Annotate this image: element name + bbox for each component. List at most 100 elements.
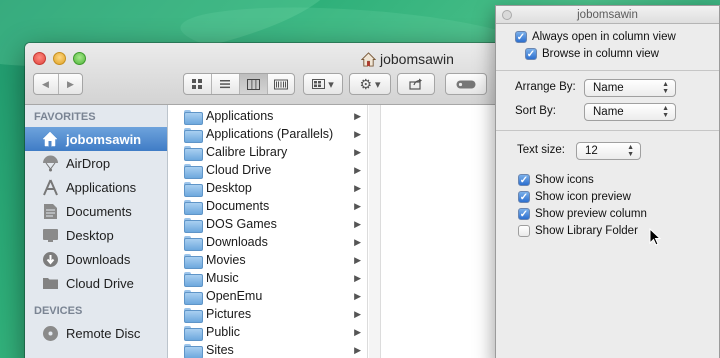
item-name: Music — [206, 271, 239, 285]
disclosure-arrow-icon: ▶ — [354, 326, 361, 337]
updown-arrows-icon: ▲ ▼ — [627, 144, 634, 158]
checkbox-label: Always open in column view — [532, 30, 676, 43]
sidebar: FAVORITES jobomsawin AirDrop Application… — [25, 105, 168, 358]
back-button[interactable]: ◀ — [34, 74, 59, 94]
sidebar-item-airdrop[interactable]: AirDrop — [25, 151, 167, 175]
list-item[interactable]: Desktop ▶ — [175, 179, 367, 197]
checkbox-checked[interactable]: ✓ — [525, 47, 537, 60]
share-icon — [409, 78, 422, 90]
list-item[interactable]: Applications ▶ — [175, 107, 367, 125]
disclosure-arrow-icon: ▶ — [354, 146, 361, 157]
list-item[interactable]: Pictures ▶ — [175, 305, 367, 323]
show-preview-column-checkbox[interactable]: ✓ Show preview column — [518, 205, 647, 222]
sidebar-item-label: Applications — [66, 179, 137, 195]
disclosure-arrow-icon: ▶ — [354, 290, 361, 301]
mouse-cursor-icon — [649, 228, 661, 246]
checkbox-checked[interactable]: ✓ — [518, 173, 530, 186]
panel-close-button[interactable] — [502, 10, 512, 20]
sidebar-item-cloud-drive[interactable]: Cloud Drive — [25, 271, 167, 295]
list-item[interactable]: DOS Games ▶ — [175, 215, 367, 233]
action-menu-button[interactable]: ⚙ ▾ — [349, 73, 391, 95]
always-open-column-checkbox[interactable]: ✓ Always open in column view — [515, 28, 676, 45]
list-item[interactable]: Calibre Library ▶ — [175, 143, 367, 161]
close-button[interactable] — [33, 52, 46, 65]
share-button[interactable] — [397, 73, 435, 95]
panel-title: jobomsawin — [577, 9, 638, 21]
checkbox-label: Show Library Folder — [535, 224, 638, 237]
list-item[interactable]: Applications (Parallels) ▶ — [175, 125, 367, 143]
airdrop-icon — [41, 154, 59, 172]
list-view-icon — [220, 80, 230, 89]
item-name: Applications — [206, 109, 274, 123]
sidebar-item-desktop[interactable]: Desktop — [25, 223, 167, 247]
sidebar-item-home[interactable]: jobomsawin — [25, 127, 167, 151]
icon-view-button[interactable] — [184, 74, 212, 94]
show-icons-checkbox[interactable]: ✓ Show icons — [518, 171, 594, 188]
list-view-button[interactable] — [212, 74, 240, 94]
tag-button[interactable] — [445, 73, 487, 95]
list-item[interactable]: Cloud Drive ▶ — [175, 161, 367, 179]
show-library-folder-checkbox[interactable]: Show Library Folder — [518, 222, 638, 239]
checkbox-checked[interactable]: ✓ — [518, 207, 530, 220]
sidebar-item-documents[interactable]: Documents — [25, 199, 167, 223]
sort-by-value: Name — [593, 106, 624, 118]
forward-arrow-icon: ▶ — [67, 78, 74, 89]
item-name: Public — [206, 325, 241, 339]
downloads-icon — [41, 250, 59, 268]
arrange-popup-button[interactable]: ▾ — [303, 73, 343, 95]
folder-icon — [184, 289, 203, 305]
sidebar-item-applications[interactable]: Applications — [25, 175, 167, 199]
documents-icon — [41, 202, 59, 220]
text-size-popup[interactable]: 12 ▲ ▼ — [576, 142, 641, 160]
text-size-value: 12 — [585, 145, 598, 157]
column-view-icon — [246, 78, 260, 90]
arrange-by-popup[interactable]: Name ▲ ▼ — [584, 79, 676, 97]
checkbox-checked[interactable]: ✓ — [515, 30, 527, 43]
list-item[interactable]: Movies ▶ — [175, 251, 367, 269]
folder-icon — [41, 274, 59, 292]
back-arrow-icon: ◀ — [42, 78, 49, 89]
desktop-icon — [41, 226, 59, 244]
list-item[interactable]: Documents ▶ — [175, 197, 367, 215]
folder-icon — [184, 235, 203, 251]
home-icon — [41, 130, 59, 148]
cover-flow-icon — [274, 79, 288, 89]
folder-icon — [184, 181, 203, 197]
cover-flow-button[interactable] — [268, 74, 295, 94]
updown-arrows-icon: ▲ ▼ — [662, 81, 669, 95]
column-home-contents: Applications ▶ Applications (Parallels) ▶ … — [175, 105, 368, 358]
checkbox-label: Show icon preview — [535, 190, 631, 203]
list-item[interactable]: OpenEmu ▶ — [175, 287, 367, 305]
sidebar-item-remote-disc[interactable]: Remote Disc — [25, 321, 167, 345]
zoom-button[interactable] — [73, 52, 86, 65]
list-item[interactable]: Music ▶ — [175, 269, 367, 287]
list-item[interactable]: Sites ▶ — [175, 341, 367, 358]
view-mode-control — [183, 73, 295, 95]
window-title-text: jobomsawin — [380, 51, 454, 67]
item-name: Calibre Library — [206, 145, 288, 159]
list-item[interactable]: Downloads ▶ — [175, 233, 367, 251]
arrange-by-value: Name — [593, 82, 624, 94]
divider — [496, 130, 719, 131]
sidebar-item-downloads[interactable]: Downloads — [25, 247, 167, 271]
checkbox-unchecked[interactable] — [518, 224, 530, 237]
sidebar-item-label: Remote Disc — [66, 325, 141, 341]
item-name: Desktop — [206, 181, 252, 195]
disclosure-arrow-icon: ▶ — [354, 110, 361, 121]
forward-button[interactable]: ▶ — [59, 74, 83, 94]
column-view-button[interactable] — [239, 74, 268, 94]
folder-icon — [184, 307, 203, 323]
column-resize-handle[interactable] — [369, 105, 381, 358]
sort-by-popup[interactable]: Name ▲ ▼ — [584, 103, 676, 121]
browse-column-checkbox[interactable]: ✓ Browse in column view — [525, 45, 659, 62]
disclosure-arrow-icon: ▶ — [354, 254, 361, 265]
disclosure-arrow-icon: ▶ — [354, 308, 361, 319]
show-icon-preview-checkbox[interactable]: ✓ Show icon preview — [518, 188, 631, 205]
item-name: DOS Games — [206, 217, 277, 231]
chevron-down-icon: ▾ — [328, 78, 334, 91]
sidebar-header-favorites: FAVORITES — [34, 111, 96, 123]
minimize-button[interactable] — [53, 52, 66, 65]
sidebar-item-label: jobomsawin — [66, 131, 142, 147]
checkbox-checked[interactable]: ✓ — [518, 190, 530, 203]
list-item[interactable]: Public ▶ — [175, 323, 367, 341]
